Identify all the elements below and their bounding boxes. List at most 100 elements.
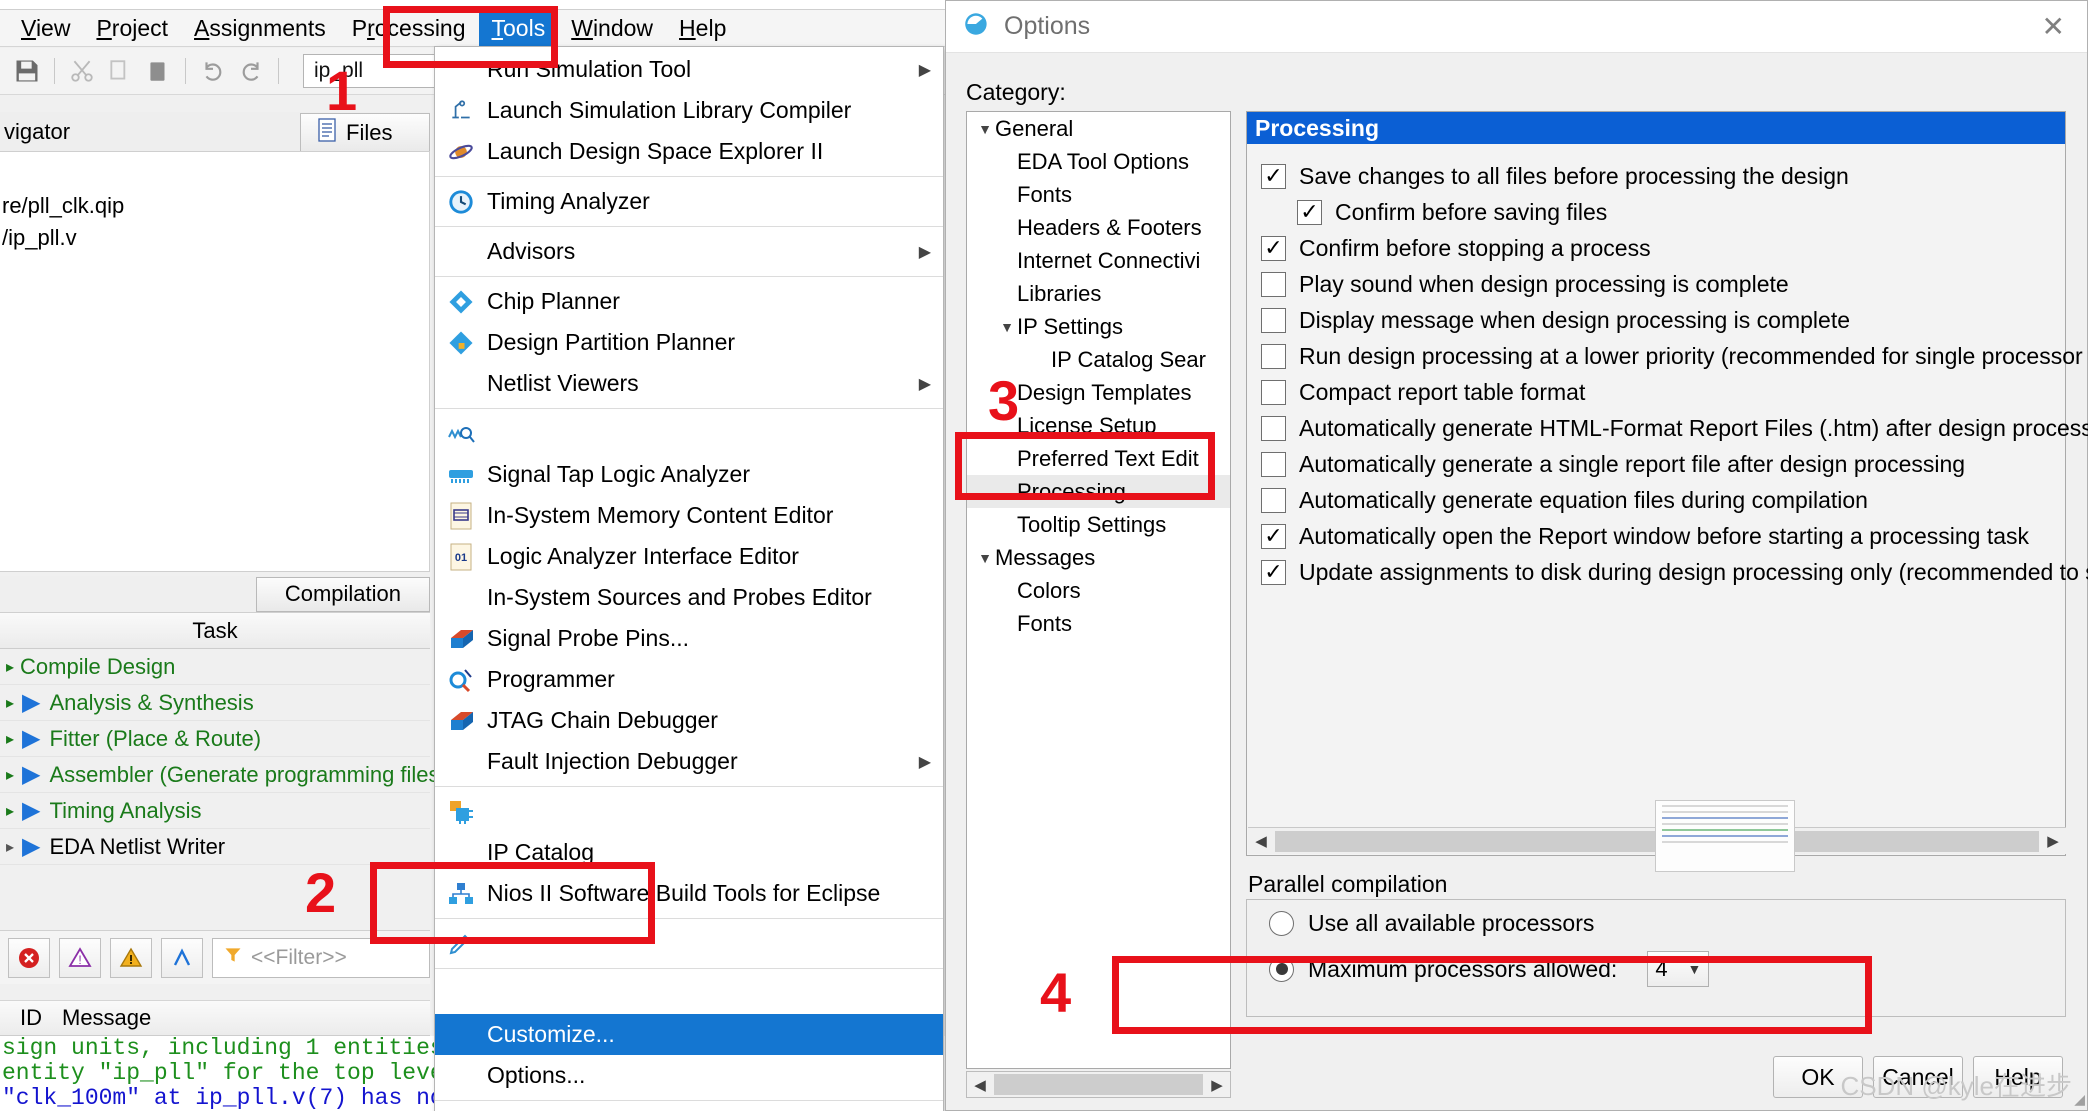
checkbox-single-report[interactable] [1261, 451, 1286, 477]
task-row-timing-analysis[interactable]: ▸ ▶ Timing Analysis [0, 793, 430, 829]
task-row-eda-netlist-writer[interactable]: ▸ ▶ EDA Netlist Writer [0, 829, 430, 865]
scroll-left-icon[interactable]: ◀ [967, 1076, 993, 1094]
copy-icon[interactable] [103, 54, 137, 88]
paste-icon[interactable] [141, 54, 175, 88]
tree-node-ip-settings[interactable]: ▼ IP Settings [967, 310, 1230, 343]
menu-item-ip-catalog[interactable] [435, 791, 943, 832]
close-icon[interactable]: ✕ [2042, 10, 2065, 43]
checkbox-row-update-assignments[interactable]: ✓ Update assignments to disk during desi… [1261, 554, 2088, 590]
menu-item-fault-injection-debugger[interactable]: JTAG Chain Debugger [435, 700, 943, 741]
checkbox-display-message[interactable] [1261, 307, 1286, 333]
menu-item-in-system-sources-and-probes-editor[interactable]: 01 Logic Analyzer Interface Editor [435, 536, 943, 577]
chevron-down-icon[interactable]: ▼ [975, 121, 995, 137]
tools-dropdown-menu[interactable]: Run Simulation Tool ▶ Launch Simulation … [434, 46, 944, 1111]
checkbox-row-equation-files[interactable]: Automatically generate equation files du… [1261, 482, 2065, 518]
menu-item-advisors[interactable]: Advisors ▶ [435, 231, 943, 272]
radio-maximum-processors[interactable] [1269, 956, 1294, 982]
menu-item-in-system-memory-content-editor[interactable]: Signal Tap Logic Analyzer [435, 454, 943, 495]
checkbox-row-save-changes[interactable]: ✓ Save changes to all files before proce… [1261, 158, 2065, 194]
undo-icon[interactable] [196, 54, 230, 88]
checkbox-save-changes[interactable]: ✓ [1261, 163, 1286, 189]
file-item[interactable]: re/pll_clk.qip [0, 190, 429, 222]
checkbox-open-report-window[interactable]: ✓ [1261, 523, 1286, 549]
menu-help[interactable]: Help [666, 11, 739, 46]
category-tree-hscrollbar[interactable]: ◀ ▶ [966, 1071, 1231, 1098]
tree-node-eda-tool-options[interactable]: EDA Tool Options [967, 145, 1230, 178]
menu-processing[interactable]: Processing [339, 11, 479, 46]
menu-view[interactable]: View [8, 11, 83, 46]
play-icon[interactable]: ▶ [22, 760, 40, 789]
checkbox-play-sound[interactable] [1261, 271, 1286, 297]
error-filter-button[interactable] [8, 937, 50, 978]
menu-item-license-setup[interactable]: Options... [435, 1055, 943, 1096]
tree-node-libraries[interactable]: Libraries [967, 277, 1230, 310]
redo-icon[interactable] [234, 54, 268, 88]
checkbox-row-open-report-window[interactable]: ✓ Automatically open the Report window b… [1261, 518, 2065, 554]
scroll-thumb[interactable] [994, 1074, 1203, 1095]
checkbox-compact-report[interactable] [1261, 379, 1286, 405]
max-processors-select[interactable]: 4 ▼ [1647, 951, 1710, 987]
play-icon[interactable]: ▶ [22, 688, 40, 717]
menu-item-launch-simulation-library-compiler[interactable]: Launch Simulation Library Compiler [435, 90, 943, 131]
menu-item-chip-planner[interactable]: Chip Planner [435, 281, 943, 322]
checkbox-confirm-before-stopping[interactable]: ✓ [1261, 235, 1286, 261]
save-icon[interactable] [10, 54, 44, 88]
menu-item-jtag-chain-debugger[interactable]: Programmer [435, 659, 943, 700]
menu-item-logic-analyzer-interface-editor[interactable]: In-System Memory Content Editor [435, 495, 943, 536]
checkbox-update-assignments[interactable]: ✓ [1261, 559, 1286, 585]
menu-item-system-debugging-tools[interactable]: Fault Injection Debugger ▶ [435, 741, 943, 782]
file-item[interactable]: /ip_pll.v [0, 222, 429, 254]
checkbox-row-confirm-before-saving[interactable]: ✓ Confirm before saving files [1261, 194, 2065, 230]
chevron-down-icon[interactable]: ▼ [1687, 961, 1701, 977]
critical-warning-filter-button[interactable]: ! [59, 937, 101, 978]
scroll-right-icon[interactable]: ▶ [1204, 1076, 1230, 1094]
tree-node-tooltip-settings[interactable]: Tooltip Settings [967, 508, 1230, 541]
menu-item-signal-probe-pins[interactable]: In-System Sources and Probes Editor [435, 577, 943, 618]
tree-node-messages[interactable]: ▼ Messages [967, 541, 1230, 574]
menu-item-nios-ii-software-build-tools[interactable]: IP Catalog [435, 832, 943, 873]
resize-grip[interactable]: ◢ [2074, 1091, 2085, 1108]
menu-item-timing-analyzer[interactable]: Timing Analyzer [435, 181, 943, 222]
compilation-flow-button[interactable]: Compilation [255, 576, 430, 612]
checkbox-row-compact-report[interactable]: Compact report table format [1261, 374, 2065, 410]
tree-node-processing[interactable]: Processing [967, 475, 1230, 508]
menu-project[interactable]: Project [83, 11, 181, 46]
category-tree[interactable]: ▼ General EDA Tool Options Fonts Headers… [966, 111, 1231, 1069]
menu-item-launch-design-space-explorer[interactable]: Launch Design Space Explorer II [435, 131, 943, 172]
menu-assignments[interactable]: Assignments [181, 11, 339, 46]
task-row-fitter[interactable]: ▸ ▶ Fitter (Place & Route) [0, 721, 430, 757]
checkbox-row-play-sound[interactable]: Play sound when design processing is com… [1261, 266, 2065, 302]
play-icon[interactable]: ▶ [22, 724, 40, 753]
checkbox-row-display-message[interactable]: Display message when design processing i… [1261, 302, 2065, 338]
tree-node-messages-fonts[interactable]: Fonts [967, 607, 1230, 640]
menu-item-options[interactable]: Customize... [435, 1014, 943, 1055]
scroll-right-icon[interactable]: ▶ [2040, 832, 2066, 850]
messages-filter-input[interactable]: <<Filter>> [212, 937, 430, 978]
chevron-down-icon[interactable]: ▼ [997, 319, 1017, 335]
tree-node-internet-connectivity[interactable]: Internet Connectivi [967, 244, 1230, 277]
info-filter-button[interactable] [161, 937, 203, 978]
checkbox-equation-files[interactable] [1261, 487, 1286, 513]
play-icon[interactable]: ▶ [22, 796, 40, 825]
radio-row-use-all-processors[interactable]: Use all available processors [1247, 900, 2065, 946]
checkbox-row-lower-priority[interactable]: Run design processing at a lower priorit… [1261, 338, 2088, 374]
checkbox-row-single-report[interactable]: Automatically generate a single report f… [1261, 446, 2065, 482]
tree-node-general[interactable]: ▼ General [967, 112, 1230, 145]
radio-use-all-processors[interactable] [1269, 910, 1294, 936]
menu-item-install-devices[interactable] [435, 1105, 943, 1111]
menu-item-customize[interactable] [435, 973, 943, 1014]
task-row-compile-design[interactable]: ▸ Compile Design [0, 649, 430, 685]
menu-item-run-simulation-tool[interactable]: Run Simulation Tool ▶ [435, 49, 943, 90]
checkbox-html-report[interactable] [1261, 415, 1286, 441]
checkbox-lower-priority[interactable] [1261, 343, 1286, 369]
chevron-down-icon[interactable]: ▼ [975, 550, 995, 566]
tab-files[interactable]: Files [300, 113, 430, 151]
tree-node-fonts[interactable]: Fonts [967, 178, 1230, 211]
checkbox-confirm-before-saving[interactable]: ✓ [1297, 199, 1322, 225]
checkbox-row-html-report[interactable]: Automatically generate HTML-Format Repor… [1261, 410, 2088, 446]
tree-node-headers-footers[interactable]: Headers & Footers [967, 211, 1230, 244]
cut-icon[interactable] [65, 54, 99, 88]
menu-window[interactable]: Window [558, 11, 666, 46]
menu-item-netlist-viewers[interactable]: Netlist Viewers ▶ [435, 363, 943, 404]
menu-tools[interactable]: Tools [478, 10, 559, 46]
